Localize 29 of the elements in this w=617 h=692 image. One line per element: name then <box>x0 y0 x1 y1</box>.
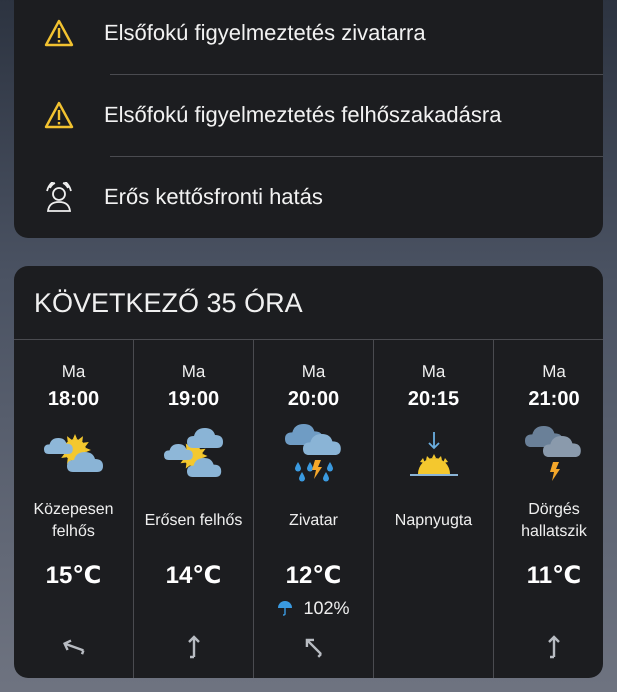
hour-label: 20:15 <box>408 388 460 411</box>
hour-label: 19:00 <box>168 388 220 411</box>
temperature: 12℃ <box>286 561 342 590</box>
condition-label: Közepesen felhős <box>32 500 115 542</box>
alert-text[interactable]: Elsőfokú figyelmeztetés felhőszakadásra <box>104 102 502 128</box>
condition-label: Zivatar <box>288 511 339 531</box>
alert-text[interactable]: Erős kettősfronti hatás <box>104 184 323 210</box>
temperature: 14℃ <box>166 561 222 590</box>
condition-label: Erősen felhős <box>144 511 244 531</box>
alert-text[interactable]: Elsőfokú figyelmeztetés zivatarra <box>104 20 426 46</box>
day-label: Ma <box>422 362 446 382</box>
temperature: 11℃ <box>526 561 582 590</box>
hour-label: 20:00 <box>288 388 340 411</box>
warning-icon <box>44 101 74 129</box>
section-title: KÖVETKEZŐ 35 ÓRA <box>14 266 603 340</box>
day-label: Ma <box>182 362 206 382</box>
condition-label: Napnyugta <box>394 511 474 531</box>
person-alert-icon <box>43 182 75 212</box>
condition-label: Dörgés hallatszik <box>520 500 588 542</box>
hour-label: 18:00 <box>48 388 100 411</box>
day-label: Ma <box>542 362 566 382</box>
warning-icon <box>44 19 74 47</box>
day-label: Ma <box>302 362 326 382</box>
umbrella-icon <box>277 600 294 616</box>
hour-label: 21:00 <box>528 388 580 411</box>
day-label: Ma <box>62 362 86 382</box>
temperature: 15℃ <box>46 561 102 590</box>
precipitation: 102% <box>303 598 350 618</box>
sunset-icon <box>408 430 460 478</box>
